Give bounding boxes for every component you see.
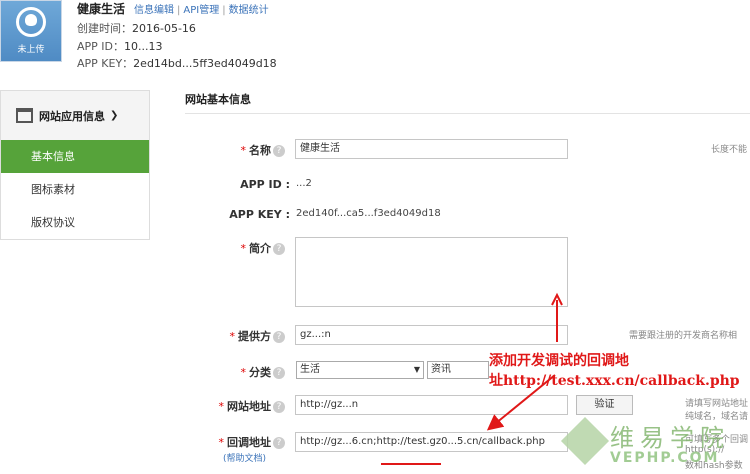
callback-underline bbox=[381, 463, 441, 465]
name-label: * 名称? bbox=[195, 142, 285, 158]
intro-label: * 简介? bbox=[195, 240, 285, 256]
sidebar-list: 基本信息 图标素材 版权协议 bbox=[0, 140, 150, 240]
help-icon[interactable]: ? bbox=[273, 367, 285, 379]
icon-caption: 未上传 bbox=[17, 45, 45, 55]
created-time: 创建时间：2016-05-16 bbox=[77, 22, 196, 35]
link-statistics[interactable]: 数据统计 bbox=[229, 5, 269, 16]
app-id-value: ...2 bbox=[296, 178, 312, 189]
help-icon[interactable]: ? bbox=[273, 243, 285, 255]
website-label: * 网站地址? bbox=[195, 398, 285, 414]
sidebar-title: 网站应用信息 bbox=[39, 109, 105, 123]
watermark-logo: 维易学院 VEPHP.COM bbox=[560, 416, 750, 474]
red-annotation: 添加开发调试的回调地 址http://test.xxx.cn/callback.… bbox=[489, 351, 750, 391]
website-input[interactable]: http://gz...n bbox=[295, 395, 568, 415]
name-input[interactable]: 健康生活 bbox=[295, 139, 568, 159]
provider-hint: 需要跟注册的开发商名称相 bbox=[629, 331, 738, 341]
help-icon[interactable]: ? bbox=[273, 437, 285, 449]
header-app-key: APP KEY：2ed14bd...5ff3ed4049d18 bbox=[77, 57, 277, 70]
website-hint-line1: 请填写网站地址 bbox=[685, 399, 749, 409]
callback-input[interactable]: http://gz...6.cn;http://test.gz0...5.cn/… bbox=[295, 432, 568, 452]
header-app-id: APP ID：10...13 bbox=[77, 40, 163, 53]
section-title: 网站基本信息 bbox=[185, 93, 251, 106]
category-primary-select[interactable]: 生活 ▼ bbox=[296, 361, 424, 379]
sidebar-item-copyright[interactable]: 版权协议 bbox=[1, 206, 149, 239]
logo-diamond-icon bbox=[560, 416, 610, 466]
link-separator: | bbox=[222, 5, 226, 16]
app-key-value: 2ed140f...ca5...f3ed4049d18 bbox=[296, 208, 441, 219]
app-links: 信息编辑 | API管理 | 数据统计 bbox=[134, 1, 269, 16]
name-hint: 长度不能 bbox=[711, 145, 748, 155]
bell-icon bbox=[25, 14, 37, 26]
provider-input[interactable]: gz...:n bbox=[295, 325, 568, 345]
annotation-line2: 址http://test.xxx.cn/callback.php bbox=[489, 373, 740, 389]
link-edit-info[interactable]: 信息编辑 bbox=[134, 5, 174, 16]
section-divider bbox=[185, 113, 750, 114]
help-doc-link[interactable]: (帮助文档) bbox=[223, 451, 266, 464]
annotation-line1: 添加开发调试的回调地 bbox=[489, 353, 629, 369]
dropdown-arrow-icon: ▼ bbox=[413, 365, 420, 374]
callback-label: * 回调地址? bbox=[195, 434, 285, 450]
category-secondary-select[interactable]: 资讯 bbox=[427, 361, 489, 379]
help-icon[interactable]: ? bbox=[273, 401, 285, 413]
help-icon[interactable]: ? bbox=[273, 145, 285, 157]
help-icon[interactable]: ? bbox=[273, 331, 285, 343]
watermark-cn: 维易学院 bbox=[610, 424, 730, 452]
sidebar-item-icon-assets[interactable]: 图标素材 bbox=[1, 173, 149, 206]
link-api-manage[interactable]: API管理 bbox=[183, 5, 219, 16]
watermark-en: VEPHP.COM bbox=[610, 450, 720, 466]
app-id-label: APP ID : bbox=[240, 178, 290, 191]
sidebar-header[interactable]: 网站应用信息 ❯ bbox=[0, 90, 150, 140]
window-icon bbox=[16, 108, 33, 123]
app-key-label: APP KEY : bbox=[229, 208, 290, 221]
sidebar-item-basic-info[interactable]: 基本信息 bbox=[1, 140, 149, 173]
intro-textarea[interactable] bbox=[295, 237, 568, 307]
chevron-down-icon: ❯ bbox=[110, 110, 119, 121]
app-icon[interactable]: 未上传 bbox=[0, 0, 62, 62]
provider-label: * 提供方? bbox=[195, 328, 285, 344]
verify-button[interactable]: 验证 bbox=[576, 395, 633, 415]
link-separator: | bbox=[177, 5, 181, 16]
category-label: * 分类? bbox=[195, 364, 285, 380]
app-name: 健康生活 bbox=[77, 2, 126, 16]
